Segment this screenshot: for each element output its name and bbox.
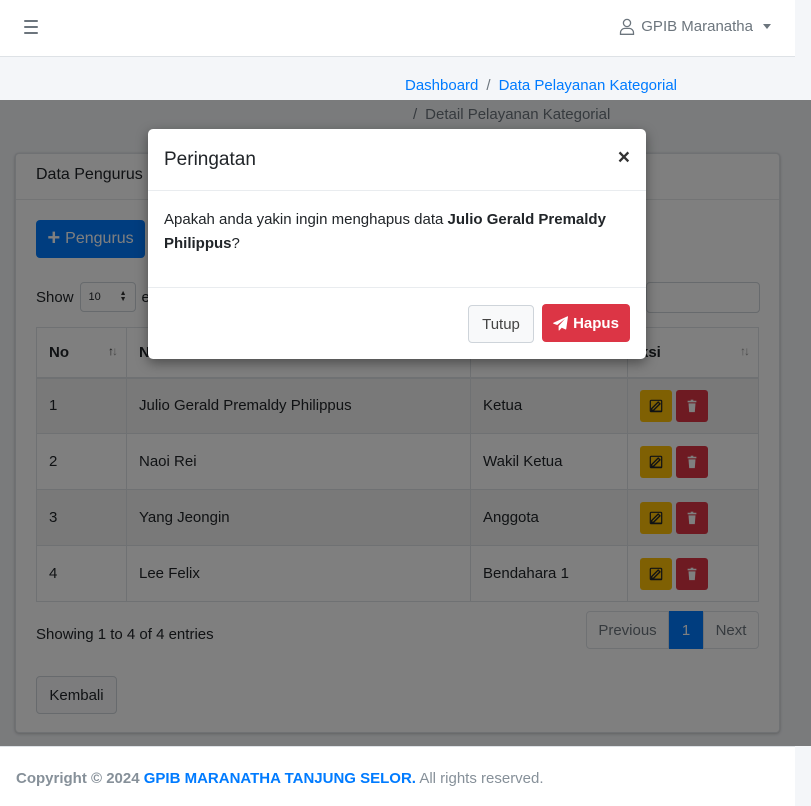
footer-rights: All rights reserved. [415, 770, 544, 787]
menu-icon[interactable] [24, 20, 38, 34]
modal-body: Apakah anda yakin ingin menghapus data J… [148, 191, 646, 288]
footer: Copyright © 2024 GPIB MARANATHA TANJUNG … [0, 746, 795, 806]
delete-button-label: Hapus [573, 314, 619, 332]
send-icon [553, 315, 569, 330]
footer-brand-link[interactable]: GPIB MARANATHA TANJUNG SELOR. [144, 770, 416, 787]
delete-confirm-modal: Peringatan × Apakah anda yakin ingin men… [148, 129, 646, 359]
modal-message-end: ? [231, 235, 240, 252]
breadcrumb: Dashboard / Data Pelayanan Kategorial [405, 77, 677, 94]
close-button[interactable]: Tutup [468, 305, 534, 343]
breadcrumb-data-pelayanan[interactable]: Data Pelayanan Kategorial [499, 77, 677, 94]
modal-title: Peringatan [164, 149, 256, 170]
footer-copyright: Copyright © 2024 [16, 770, 144, 787]
breadcrumb-separator: / [486, 77, 491, 94]
modal-footer: Tutup Hapus [148, 288, 646, 358]
user-icon [620, 18, 635, 35]
delete-button[interactable]: Hapus [542, 304, 630, 342]
modal-message: Apakah anda yakin ingin menghapus data [164, 211, 448, 228]
modal-header: Peringatan × [148, 129, 646, 191]
user-menu[interactable]: GPIB Maranatha [619, 18, 771, 35]
breadcrumb-dashboard[interactable]: Dashboard [405, 77, 478, 94]
close-icon[interactable]: × [618, 146, 630, 170]
user-name: GPIB Maranatha [641, 18, 753, 35]
top-navbar: GPIB Maranatha [0, 0, 795, 57]
chevron-down-icon [763, 24, 771, 29]
